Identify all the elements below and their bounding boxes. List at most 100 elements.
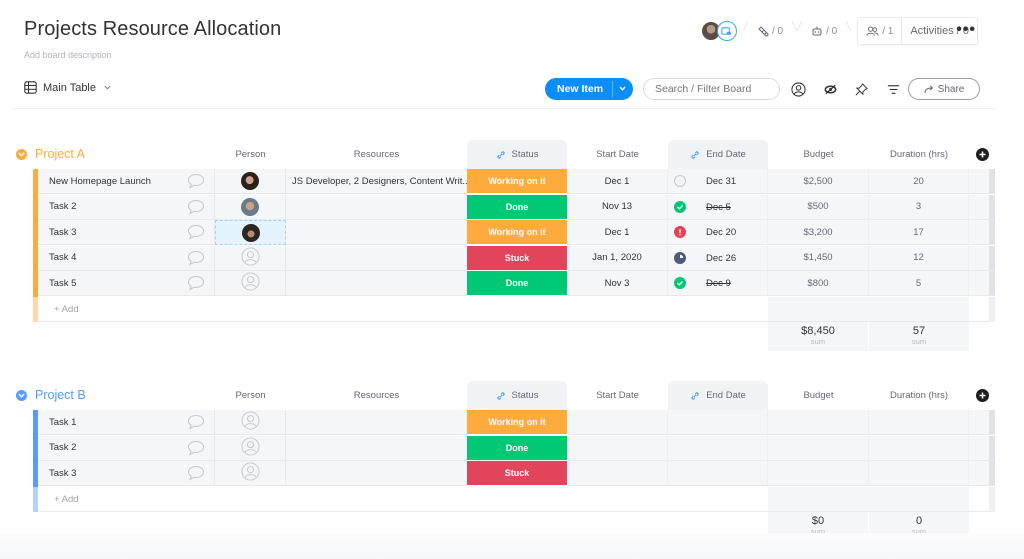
item-name[interactable]: Task 3 (38, 461, 178, 486)
status-cell[interactable]: Working on it (467, 410, 567, 435)
empty-person-icon[interactable] (240, 462, 260, 484)
duration-cell[interactable] (869, 435, 969, 461)
add-item-row[interactable]: + Add (0, 296, 1024, 322)
progress-pie-icon[interactable] (674, 251, 686, 264)
members-button[interactable]: / 1 (858, 18, 901, 44)
resources-cell[interactable] (286, 194, 467, 220)
person-cell[interactable] (215, 461, 286, 486)
view-selector[interactable]: Main Table (24, 81, 111, 94)
person-avatar[interactable] (241, 197, 259, 216)
duration-cell[interactable]: 17 (869, 220, 969, 245)
duration-cell[interactable]: 20 (869, 169, 969, 194)
budget-cell[interactable]: $3,200 (768, 220, 869, 245)
check-circle-icon[interactable] (674, 277, 686, 289)
end-date-cell[interactable]: Dec 5 (668, 194, 768, 220)
pin-button[interactable] (853, 81, 869, 97)
start-date-cell[interactable]: Jan 1, 2020 (567, 245, 668, 271)
sort-filter-button[interactable] (885, 81, 901, 97)
column-header-end-date[interactable]: End Date (668, 140, 768, 169)
empty-person-icon[interactable] (240, 436, 260, 459)
table-row[interactable]: New Homepage Launch JS Developer, 2 Desig… (0, 169, 1024, 195)
column-header-budget[interactable]: Budget (768, 381, 869, 410)
person-cell[interactable] (215, 410, 286, 435)
column-header-status[interactable]: Status (467, 381, 567, 410)
item-name[interactable]: Task 1 (38, 410, 178, 435)
add-column-button[interactable] (976, 148, 989, 161)
person-cell[interactable] (215, 220, 286, 245)
chevron-down-icon[interactable] (618, 84, 627, 93)
person-filter-button[interactable] (790, 81, 806, 97)
duration-cell[interactable]: 3 (869, 194, 969, 220)
column-header-duration[interactable]: Duration (hrs) (869, 381, 969, 410)
updates-button[interactable] (178, 271, 215, 296)
table-row[interactable]: Task 2 Done (0, 435, 1024, 461)
table-row[interactable]: Task 2 Done Nov 13 Dec 5 $500 3 (0, 194, 1024, 220)
start-date-cell[interactable]: Dec 1 (567, 169, 668, 194)
resources-cell[interactable] (286, 271, 467, 296)
start-date-cell[interactable] (567, 410, 668, 435)
hide-columns-button[interactable] (822, 81, 838, 97)
table-row[interactable]: Task 3 Working on it Dec 1 Dec 20 $3,200 17 (0, 220, 1024, 246)
group-title[interactable]: Project B (35, 388, 86, 402)
table-row[interactable]: Task 3 Stuck (0, 461, 1024, 487)
budget-cell[interactable]: $1,450 (768, 245, 869, 271)
budget-cell[interactable] (768, 435, 869, 461)
automations-button[interactable]: / 0 (799, 17, 849, 45)
column-header-start-date[interactable]: Start Date (567, 381, 668, 410)
column-header-resources[interactable]: Resources (286, 140, 467, 169)
table-row[interactable]: Task 1 Working on it (0, 410, 1024, 436)
end-date-cell[interactable] (668, 435, 768, 461)
end-date-cell[interactable] (668, 461, 768, 486)
budget-cell[interactable]: $800 (768, 271, 869, 296)
end-date-cell[interactable] (668, 410, 768, 435)
status-cell[interactable]: Done (467, 435, 567, 461)
end-date-cell[interactable]: Dec 31 (668, 169, 768, 194)
start-date-cell[interactable]: Nov 13 (567, 194, 668, 220)
column-header-person[interactable]: Person (215, 381, 286, 410)
end-date-cell[interactable]: Dec 9 (668, 271, 768, 296)
duration-cell[interactable]: 12 (869, 245, 969, 271)
resources-cell[interactable] (286, 245, 467, 271)
start-date-cell[interactable]: Dec 1 (567, 220, 668, 245)
budget-cell[interactable] (768, 410, 869, 435)
end-date-cell[interactable]: Dec 26 (668, 245, 768, 271)
add-item-row[interactable]: + Add (0, 486, 1024, 512)
updates-button[interactable] (178, 220, 215, 245)
resources-cell[interactable]: JS Developer, 2 Designers, Content Writ.… (286, 169, 467, 194)
check-circle-icon[interactable] (674, 200, 686, 213)
person-cell[interactable] (215, 271, 286, 296)
table-row[interactable]: Task 4 Stuck Jan 1, 2020 Dec 26 $1,450 12 (0, 245, 1024, 271)
resources-cell[interactable] (286, 410, 467, 435)
column-header-start-date[interactable]: Start Date (567, 140, 668, 169)
resources-cell[interactable] (286, 461, 467, 486)
empty-person-icon[interactable] (240, 246, 260, 269)
budget-cell[interactable]: $2,500 (768, 169, 869, 194)
more-options-button[interactable]: ••• (956, 22, 976, 38)
start-date-cell[interactable] (567, 461, 668, 486)
group-collapse-toggle[interactable] (16, 149, 27, 160)
budget-cell[interactable]: $500 (768, 194, 869, 220)
status-cell[interactable]: Done (467, 194, 567, 220)
column-header-person[interactable]: Person (215, 140, 286, 169)
duration-cell[interactable]: 5 (869, 271, 969, 296)
empty-person-icon[interactable] (240, 272, 260, 294)
person-avatar[interactable] (241, 223, 260, 242)
new-item-button[interactable]: New Item (545, 78, 633, 100)
person-cell[interactable] (215, 245, 286, 271)
empty-person-icon[interactable] (240, 411, 260, 433)
board-description[interactable]: Add board description (24, 50, 112, 60)
duration-cell[interactable] (869, 461, 969, 486)
column-header-budget[interactable]: Budget (768, 140, 869, 169)
status-cell[interactable]: Stuck (467, 245, 567, 271)
updates-button[interactable] (178, 410, 215, 435)
updates-button[interactable] (178, 435, 215, 461)
status-cell[interactable]: Working on it (467, 169, 567, 194)
resources-cell[interactable] (286, 220, 467, 245)
share-button[interactable]: Share (908, 78, 980, 100)
column-header-duration[interactable]: Duration (hrs) (869, 140, 969, 169)
item-name[interactable]: Task 2 (38, 194, 178, 220)
updates-button[interactable] (178, 169, 215, 194)
resources-cell[interactable] (286, 435, 467, 461)
person-cell[interactable] (215, 435, 286, 461)
group-title[interactable]: Project A (35, 147, 85, 161)
